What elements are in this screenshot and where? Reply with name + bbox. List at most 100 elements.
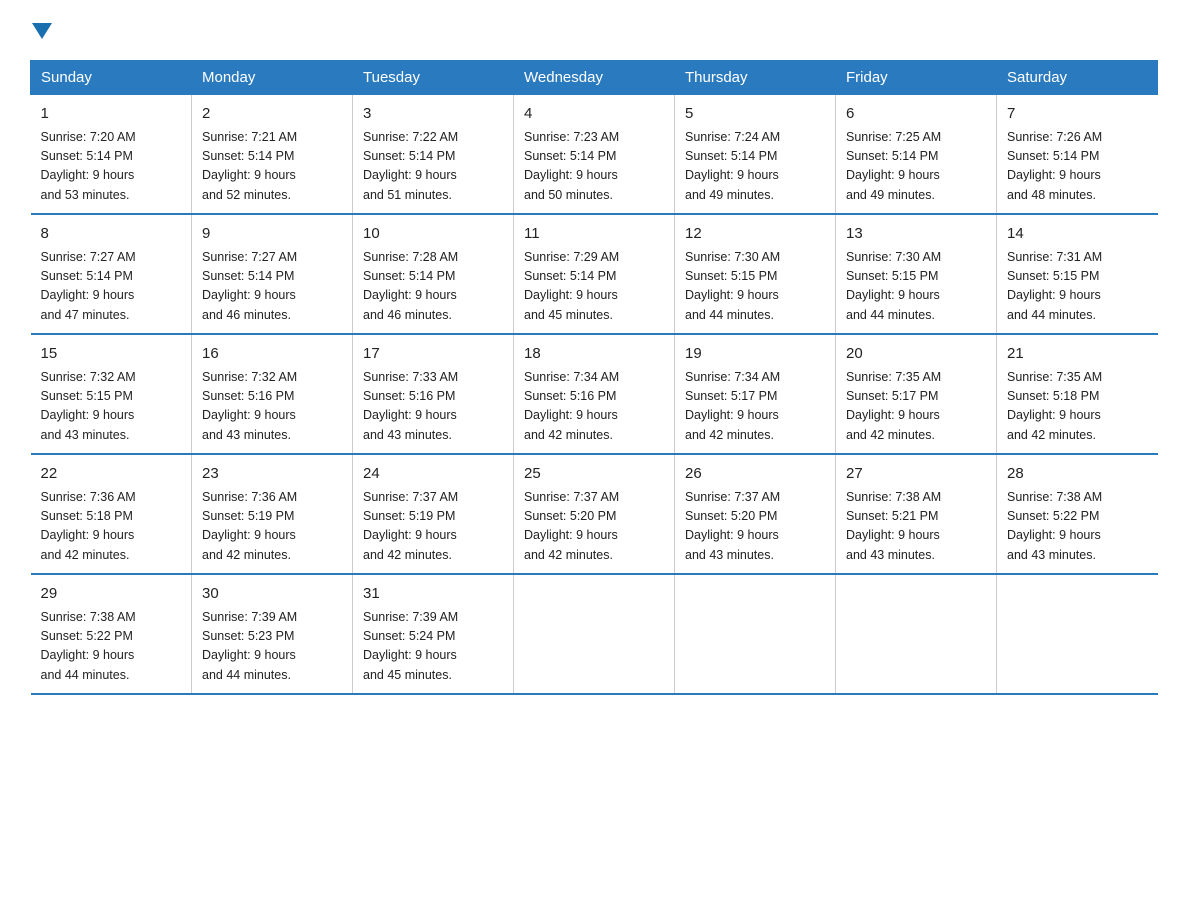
day-cell: [514, 574, 675, 694]
day-cell: [997, 574, 1158, 694]
day-number: 31: [363, 583, 503, 606]
day-cell: 7Sunrise: 7:26 AM Sunset: 5:14 PM Daylig…: [997, 95, 1158, 215]
day-number: 25: [524, 463, 664, 486]
header-thursday: Thursday: [675, 61, 836, 95]
calendar-table: SundayMondayTuesdayWednesdayThursdayFrid…: [30, 60, 1158, 695]
calendar-header-row: SundayMondayTuesdayWednesdayThursdayFrid…: [31, 61, 1158, 95]
day-number: 7: [1007, 103, 1148, 126]
day-cell: 30Sunrise: 7:39 AM Sunset: 5:23 PM Dayli…: [192, 574, 353, 694]
day-number: 23: [202, 463, 342, 486]
day-cell: 22Sunrise: 7:36 AM Sunset: 5:18 PM Dayli…: [31, 454, 192, 574]
week-row-4: 22Sunrise: 7:36 AM Sunset: 5:18 PM Dayli…: [31, 454, 1158, 574]
day-cell: [836, 574, 997, 694]
day-number: 10: [363, 223, 503, 246]
day-number: 28: [1007, 463, 1148, 486]
day-number: 20: [846, 343, 986, 366]
day-number: 12: [685, 223, 825, 246]
day-info: Sunrise: 7:29 AM Sunset: 5:14 PM Dayligh…: [524, 248, 664, 326]
day-cell: 16Sunrise: 7:32 AM Sunset: 5:16 PM Dayli…: [192, 334, 353, 454]
day-cell: [675, 574, 836, 694]
header-sunday: Sunday: [31, 61, 192, 95]
day-number: 1: [41, 103, 182, 126]
day-cell: 21Sunrise: 7:35 AM Sunset: 5:18 PM Dayli…: [997, 334, 1158, 454]
day-number: 27: [846, 463, 986, 486]
header-wednesday: Wednesday: [514, 61, 675, 95]
day-cell: 27Sunrise: 7:38 AM Sunset: 5:21 PM Dayli…: [836, 454, 997, 574]
day-info: Sunrise: 7:39 AM Sunset: 5:23 PM Dayligh…: [202, 608, 342, 686]
day-cell: 15Sunrise: 7:32 AM Sunset: 5:15 PM Dayli…: [31, 334, 192, 454]
day-info: Sunrise: 7:27 AM Sunset: 5:14 PM Dayligh…: [41, 248, 182, 326]
day-cell: 19Sunrise: 7:34 AM Sunset: 5:17 PM Dayli…: [675, 334, 836, 454]
day-number: 16: [202, 343, 342, 366]
day-number: 17: [363, 343, 503, 366]
day-info: Sunrise: 7:27 AM Sunset: 5:14 PM Dayligh…: [202, 248, 342, 326]
day-info: Sunrise: 7:37 AM Sunset: 5:20 PM Dayligh…: [524, 488, 664, 566]
day-number: 8: [41, 223, 182, 246]
day-number: 4: [524, 103, 664, 126]
day-number: 5: [685, 103, 825, 126]
day-info: Sunrise: 7:22 AM Sunset: 5:14 PM Dayligh…: [363, 128, 503, 206]
day-number: 13: [846, 223, 986, 246]
day-number: 15: [41, 343, 182, 366]
day-cell: 14Sunrise: 7:31 AM Sunset: 5:15 PM Dayli…: [997, 214, 1158, 334]
day-cell: 24Sunrise: 7:37 AM Sunset: 5:19 PM Dayli…: [353, 454, 514, 574]
day-number: 2: [202, 103, 342, 126]
day-cell: 17Sunrise: 7:33 AM Sunset: 5:16 PM Dayli…: [353, 334, 514, 454]
day-number: 22: [41, 463, 182, 486]
day-cell: 13Sunrise: 7:30 AM Sunset: 5:15 PM Dayli…: [836, 214, 997, 334]
day-number: 21: [1007, 343, 1148, 366]
day-cell: 12Sunrise: 7:30 AM Sunset: 5:15 PM Dayli…: [675, 214, 836, 334]
day-info: Sunrise: 7:36 AM Sunset: 5:19 PM Dayligh…: [202, 488, 342, 566]
day-info: Sunrise: 7:20 AM Sunset: 5:14 PM Dayligh…: [41, 128, 182, 206]
day-info: Sunrise: 7:28 AM Sunset: 5:14 PM Dayligh…: [363, 248, 503, 326]
day-info: Sunrise: 7:25 AM Sunset: 5:14 PM Dayligh…: [846, 128, 986, 206]
day-cell: 26Sunrise: 7:37 AM Sunset: 5:20 PM Dayli…: [675, 454, 836, 574]
day-number: 6: [846, 103, 986, 126]
day-cell: 20Sunrise: 7:35 AM Sunset: 5:17 PM Dayli…: [836, 334, 997, 454]
day-number: 11: [524, 223, 664, 246]
day-cell: 23Sunrise: 7:36 AM Sunset: 5:19 PM Dayli…: [192, 454, 353, 574]
day-number: 24: [363, 463, 503, 486]
day-number: 26: [685, 463, 825, 486]
logo-triangle-icon: [32, 23, 52, 39]
day-cell: 11Sunrise: 7:29 AM Sunset: 5:14 PM Dayli…: [514, 214, 675, 334]
day-info: Sunrise: 7:32 AM Sunset: 5:15 PM Dayligh…: [41, 368, 182, 446]
logo-area: [30, 20, 46, 42]
day-info: Sunrise: 7:26 AM Sunset: 5:14 PM Dayligh…: [1007, 128, 1148, 206]
day-info: Sunrise: 7:38 AM Sunset: 5:22 PM Dayligh…: [41, 608, 182, 686]
day-cell: 8Sunrise: 7:27 AM Sunset: 5:14 PM Daylig…: [31, 214, 192, 334]
day-number: 3: [363, 103, 503, 126]
day-info: Sunrise: 7:38 AM Sunset: 5:22 PM Dayligh…: [1007, 488, 1148, 566]
logo: [30, 20, 46, 46]
day-cell: 25Sunrise: 7:37 AM Sunset: 5:20 PM Dayli…: [514, 454, 675, 574]
day-cell: 6Sunrise: 7:25 AM Sunset: 5:14 PM Daylig…: [836, 95, 997, 215]
day-cell: 1Sunrise: 7:20 AM Sunset: 5:14 PM Daylig…: [31, 95, 192, 215]
day-info: Sunrise: 7:30 AM Sunset: 5:15 PM Dayligh…: [846, 248, 986, 326]
day-cell: 3Sunrise: 7:22 AM Sunset: 5:14 PM Daylig…: [353, 95, 514, 215]
week-row-1: 1Sunrise: 7:20 AM Sunset: 5:14 PM Daylig…: [31, 95, 1158, 215]
day-info: Sunrise: 7:35 AM Sunset: 5:17 PM Dayligh…: [846, 368, 986, 446]
day-info: Sunrise: 7:32 AM Sunset: 5:16 PM Dayligh…: [202, 368, 342, 446]
day-info: Sunrise: 7:35 AM Sunset: 5:18 PM Dayligh…: [1007, 368, 1148, 446]
day-cell: 2Sunrise: 7:21 AM Sunset: 5:14 PM Daylig…: [192, 95, 353, 215]
day-info: Sunrise: 7:30 AM Sunset: 5:15 PM Dayligh…: [685, 248, 825, 326]
day-info: Sunrise: 7:38 AM Sunset: 5:21 PM Dayligh…: [846, 488, 986, 566]
week-row-3: 15Sunrise: 7:32 AM Sunset: 5:15 PM Dayli…: [31, 334, 1158, 454]
day-info: Sunrise: 7:37 AM Sunset: 5:20 PM Dayligh…: [685, 488, 825, 566]
week-row-5: 29Sunrise: 7:38 AM Sunset: 5:22 PM Dayli…: [31, 574, 1158, 694]
day-info: Sunrise: 7:37 AM Sunset: 5:19 PM Dayligh…: [363, 488, 503, 566]
day-cell: 18Sunrise: 7:34 AM Sunset: 5:16 PM Dayli…: [514, 334, 675, 454]
day-info: Sunrise: 7:39 AM Sunset: 5:24 PM Dayligh…: [363, 608, 503, 686]
header-saturday: Saturday: [997, 61, 1158, 95]
day-cell: 28Sunrise: 7:38 AM Sunset: 5:22 PM Dayli…: [997, 454, 1158, 574]
day-cell: 29Sunrise: 7:38 AM Sunset: 5:22 PM Dayli…: [31, 574, 192, 694]
day-number: 9: [202, 223, 342, 246]
day-number: 30: [202, 583, 342, 606]
header-tuesday: Tuesday: [353, 61, 514, 95]
day-info: Sunrise: 7:21 AM Sunset: 5:14 PM Dayligh…: [202, 128, 342, 206]
day-cell: 5Sunrise: 7:24 AM Sunset: 5:14 PM Daylig…: [675, 95, 836, 215]
day-info: Sunrise: 7:34 AM Sunset: 5:16 PM Dayligh…: [524, 368, 664, 446]
week-row-2: 8Sunrise: 7:27 AM Sunset: 5:14 PM Daylig…: [31, 214, 1158, 334]
day-info: Sunrise: 7:31 AM Sunset: 5:15 PM Dayligh…: [1007, 248, 1148, 326]
day-number: 18: [524, 343, 664, 366]
